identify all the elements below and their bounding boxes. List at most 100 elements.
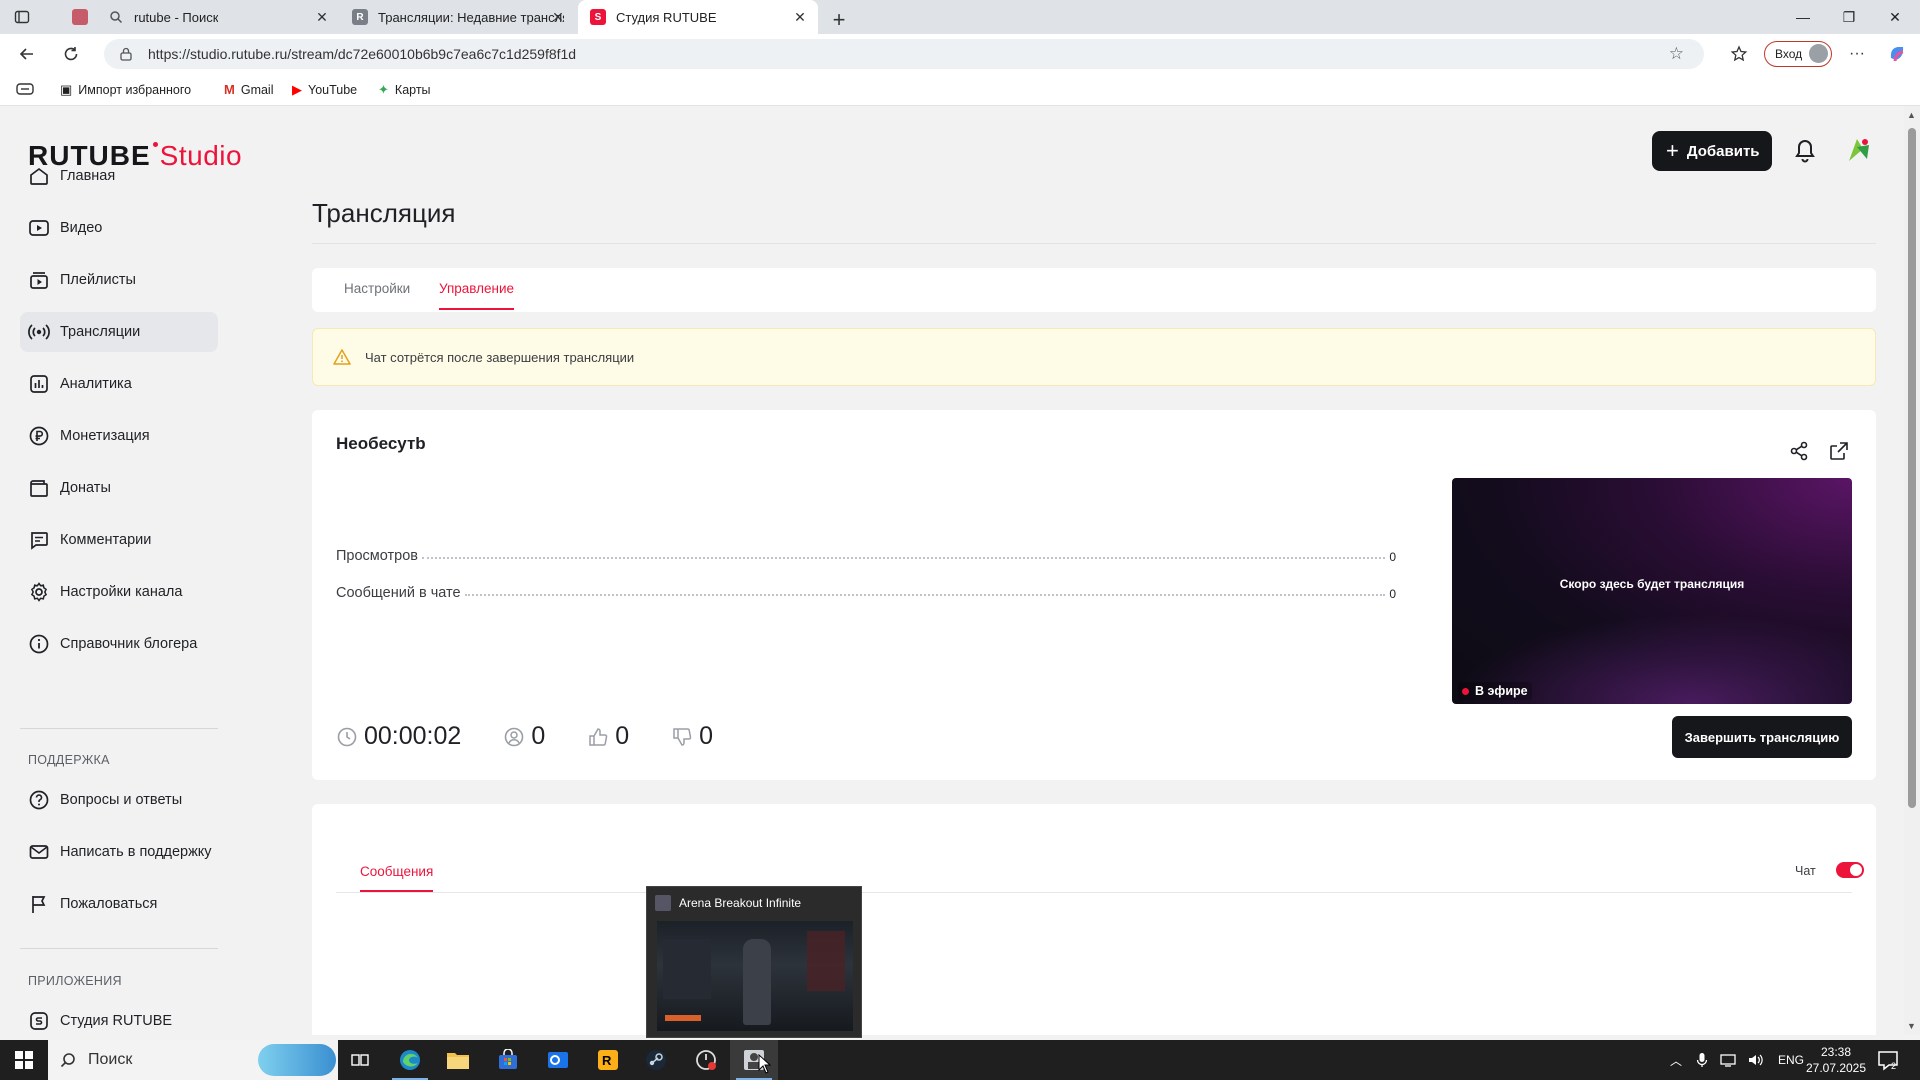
url-field[interactable]: https://studio.rutube.ru/stream/dc72e600… [104,39,1704,69]
taskbar-clock[interactable]: 23:38 27.07.2025 [1804,1044,1868,1076]
page-scrollbar[interactable]: ▲ ▼ [1904,106,1920,1035]
browser-tab-pinned[interactable] [60,0,88,34]
game-screenshot [657,921,853,1031]
tab-messages[interactable]: Сообщения [360,864,434,892]
sidebar-item-donations[interactable]: Донаты [20,468,218,508]
plus-icon: + [1666,138,1679,163]
info-icon [29,634,49,654]
notification-center-icon[interactable]: 2 [1876,1048,1900,1072]
sidebar-item-studio-app[interactable]: Студия RUTUBE [20,1001,218,1035]
close-tab-icon[interactable]: ✕ [314,9,330,25]
broadcast-icon [28,324,50,340]
language-indicator[interactable]: ENG [1778,1053,1804,1067]
open-external-icon[interactable] [1828,440,1850,462]
stream-preview[interactable]: Скоро здесь будет трансляция В эфире [1452,478,1852,704]
tab-actions-icon[interactable] [4,0,40,37]
stat-row-views: Просмотров 0 [336,544,1396,564]
bell-icon[interactable] [1790,136,1820,166]
taskbar-window-preview[interactable]: Arena Breakout Infinite [646,886,862,1038]
bookmark-maps[interactable]: ✦ Карты [378,82,431,98]
likes-metric: 0 [587,722,629,751]
stat-leader-dots [422,557,1386,559]
add-button[interactable]: + Добавить [1652,131,1772,171]
share-icon[interactable] [1788,440,1810,462]
logo-dot [152,142,158,147]
microphone-icon[interactable] [1696,1052,1708,1068]
sidebar-item-playlists[interactable]: Плейлисты [20,260,218,300]
sidebar-item-blogger-guide[interactable]: Справочник блогера [20,624,218,664]
network-icon[interactable] [1720,1053,1736,1067]
favorites-icon[interactable] [1724,40,1754,68]
sidebar-item-home[interactable]: Главная [20,156,218,196]
close-window-button[interactable]: ✕ [1872,0,1918,34]
rutube-icon: R [352,9,368,25]
sidebar-item-monetization[interactable]: Монетизация [20,416,218,456]
show-hidden-icons[interactable]: ︿ [1670,1052,1682,1069]
browser-tab-broadcasts[interactable]: R Трансляции: Недавние трансля… ✕ [340,0,576,34]
sidebar-item-faq[interactable]: Вопросы и ответы [20,780,218,820]
back-button[interactable] [12,40,42,68]
clock-app-icon[interactable] [682,1040,730,1080]
edge-taskbar-icon[interactable] [386,1040,434,1080]
bookmark-import[interactable]: ▣ Импорт избранного [60,82,191,98]
scroll-down-icon[interactable]: ▼ [1907,1021,1916,1031]
scroll-up-icon[interactable]: ▲ [1907,110,1916,120]
close-tab-icon[interactable]: ✕ [792,9,808,25]
favorite-star-icon[interactable]: ☆ [1669,44,1684,64]
clock-time: 23:38 [1820,1045,1852,1059]
tab-settings[interactable]: Настройки [344,281,410,296]
browser-tab-studio[interactable]: S Студия RUTUBE ✕ [578,0,818,34]
windows-icon [15,1051,33,1069]
lock-icon[interactable] [118,46,134,62]
bookmark-gmail[interactable]: M Gmail [224,82,274,97]
steam-icon[interactable] [632,1040,680,1080]
sidebar-item-label: Студия RUTUBE [60,1013,173,1029]
close-tab-icon[interactable]: ✕ [550,9,566,25]
bookmarks-bar: ▣ Импорт избранного M Gmail ▶ YouTube ✦ … [0,74,1920,106]
sidebar-item-report[interactable]: Пожаловаться [20,884,218,924]
outlook-icon[interactable] [534,1040,582,1080]
sidebar-item-analytics[interactable]: Аналитика [20,364,218,404]
rockstar-icon[interactable]: R [584,1040,632,1080]
copilot-icon[interactable] [1882,40,1912,68]
duration-value: 00:00:02 [364,722,462,750]
viewers-value: 0 [531,722,546,750]
system-tray: ︿ ENG [1670,1040,1804,1080]
sidebar-item-channel-settings[interactable]: Настройки канала [20,572,218,612]
sidebar-item-label: Написать в поддержку [60,844,212,860]
sidebar-item-comments[interactable]: Комментарии [20,520,218,560]
login-button[interactable]: Вход [1764,41,1832,67]
store-icon[interactable] [484,1040,532,1080]
login-label: Вход [1775,47,1803,61]
sidebar-item-video[interactable]: Видео [20,208,218,248]
scrollbar-thumb[interactable] [1908,128,1916,808]
task-view-icon[interactable] [336,1040,384,1080]
flag-icon [32,896,46,913]
sidebar-item-write-support[interactable]: Написать в поддержку [20,832,218,872]
tab-label: Студия RUTUBE [616,9,717,25]
minimize-button[interactable]: ― [1780,0,1826,34]
chat-toggle[interactable] [1836,862,1864,878]
stat-value: 0 [1389,550,1396,564]
file-explorer-icon[interactable] [434,1040,482,1080]
volume-icon[interactable] [1748,1053,1764,1067]
browser-tab-search[interactable]: rutube - Поиск ✕ [96,0,340,34]
start-button[interactable] [0,1040,48,1080]
video-icon [29,220,49,236]
studio-page: RUTUBE Studio + Добавить Главная Видео П… [0,106,1904,1035]
search-icon [60,1053,75,1068]
reload-button[interactable] [56,40,86,68]
end-stream-button[interactable]: Завершить трансляцию [1672,716,1852,758]
tab-management[interactable]: Управление [439,281,515,310]
bookmark-youtube[interactable]: ▶ YouTube [292,82,357,98]
sidebar-item-label: Трансляции [60,324,141,340]
channel-avatar[interactable] [1843,135,1873,165]
preview-placeholder-text: Скоро здесь будет трансляция [1559,577,1745,591]
more-menu-icon[interactable]: ··· [1842,40,1872,68]
maximize-button[interactable]: ❐ [1826,0,1872,34]
mail-icon [29,845,49,859]
reading-view-icon[interactable] [16,82,34,96]
thumbs-down-icon [673,727,692,746]
sidebar-item-broadcasts[interactable]: Трансляции [20,312,218,352]
game-panel-right [807,931,845,991]
